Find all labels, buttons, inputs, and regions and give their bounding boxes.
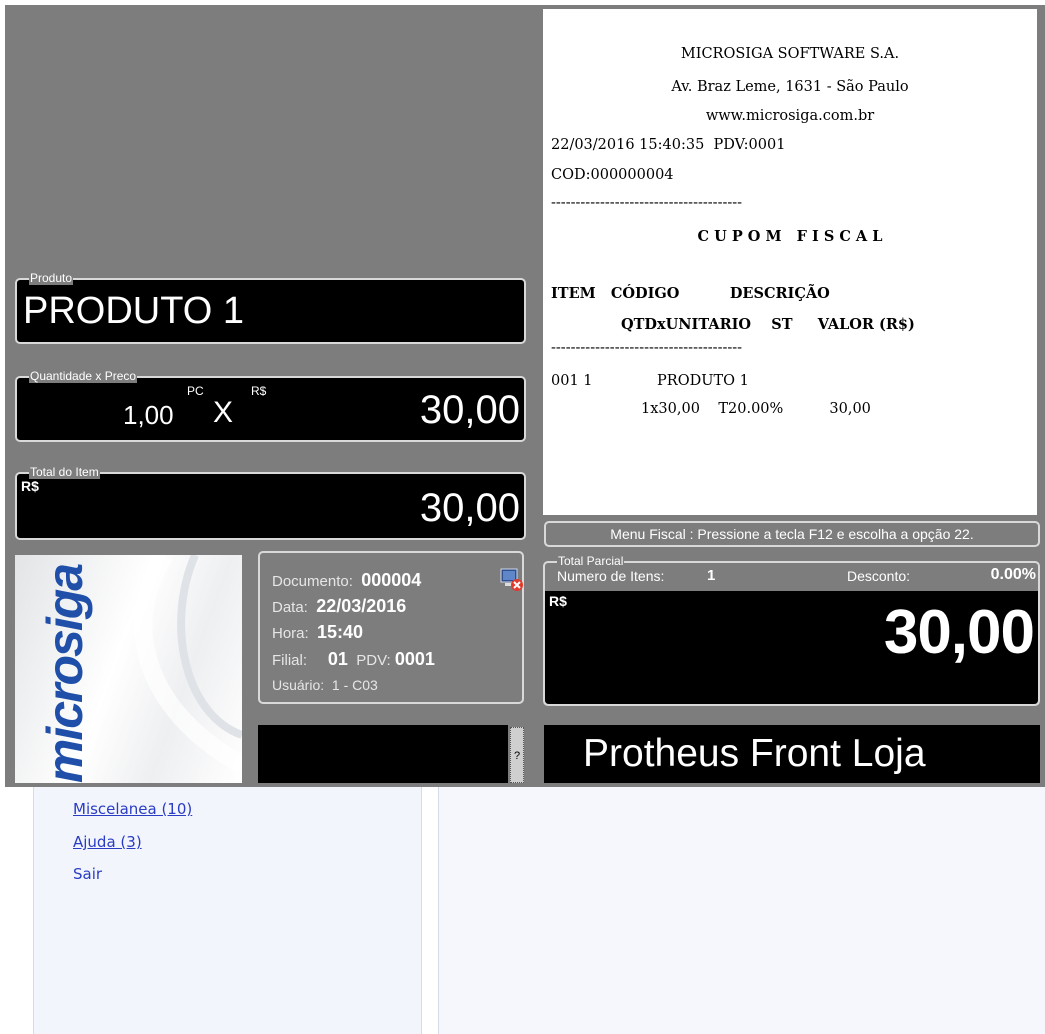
receipt-header-2: QTDxUNITARIO ST VALOR (R$) xyxy=(621,316,915,333)
app-title: Protheus Front Loja xyxy=(583,732,926,775)
logo-text: microsiga xyxy=(37,564,93,783)
receipt-separator: --------------------------------------- xyxy=(551,195,743,211)
itens-label: Numero de Itens: xyxy=(557,568,665,584)
total-item-value: 30,00 xyxy=(419,486,520,530)
content-panel xyxy=(438,787,1045,1034)
receipt-datetime: 22/03/2016 15:40:35 PDV:0001 xyxy=(551,137,786,153)
menu-item-sair[interactable]: Sair xyxy=(73,865,102,883)
quantidade-preco-panel: Quantidade x Preco 1,00 PC X R$ 30,00 xyxy=(15,369,526,442)
filial-value: 01 xyxy=(327,649,348,669)
desconto-value: 0.00% xyxy=(990,566,1036,583)
receipt-company: MICROSIGA SOFTWARE S.A. xyxy=(680,46,900,62)
price-value: 30,00 xyxy=(419,388,520,432)
fiscal-receipt: MICROSIGA SOFTWARE S.A. Av. Braz Leme, 1… xyxy=(543,9,1037,515)
receipt-address: Av. Braz Leme, 1631 - São Paulo xyxy=(671,79,909,95)
times-sign: X xyxy=(213,396,234,429)
hora-label: Hora: xyxy=(272,625,309,642)
menu-label: Ajuda (3) xyxy=(73,833,142,851)
total-parcial-value: 30,00 xyxy=(883,598,1035,667)
data-label: Data: xyxy=(272,599,308,616)
total-parcial-currency: R$ xyxy=(549,593,567,609)
desconto-label: Desconto: xyxy=(847,568,911,584)
pdv-value: 0001 xyxy=(394,649,435,669)
barcode-input-bar[interactable] xyxy=(258,725,508,783)
receipt-separator-2: --------------------------------------- xyxy=(551,340,743,356)
total-parcial-legend: Total Parcial xyxy=(557,554,625,568)
total-item-currency: R$ xyxy=(21,478,39,494)
receipt-cod: COD:000000004 xyxy=(551,167,674,183)
menu-panel: Miscelanea (10) Ajuda (3) Sair xyxy=(33,787,422,1034)
help-button[interactable]: ? xyxy=(510,727,524,783)
itens-value: 1 xyxy=(707,567,716,584)
menu-item-miscelanea[interactable]: Miscelanea (10) xyxy=(73,800,192,818)
app-title-bar: Protheus Front Loja xyxy=(544,725,1040,783)
doc-label: Documento: xyxy=(272,573,353,590)
quantidade-unit: PC xyxy=(187,384,204,398)
produto-panel: Produto PRODUTO 1 xyxy=(15,271,526,344)
receipt-header-1: ITEM CÓDIGO DESCRIÇÃO xyxy=(551,285,830,302)
document-info-panel: Documento: 000004 Data: 22/03/2016 Hora:… xyxy=(258,551,524,704)
menu-label: Miscelanea (10) xyxy=(73,800,193,818)
receipt-website: www.microsiga.com.br xyxy=(705,108,875,124)
hora-value: 15:40 xyxy=(317,622,364,642)
produto-value: PRODUTO 1 xyxy=(23,290,245,332)
data-value: 22/03/2016 xyxy=(316,596,407,616)
usuario-label: Usuário: xyxy=(272,677,325,693)
produto-legend: Produto xyxy=(29,271,74,285)
quantidade-legend: Quantidade x Preco xyxy=(29,369,138,383)
pdv-label: PDV: xyxy=(356,652,391,669)
receipt-item-line-1: 001 1 PRODUTO 1 xyxy=(551,373,749,389)
quantidade-value: 1,00 xyxy=(123,400,174,430)
total-item-panel: Total do Item R$ 30,00 xyxy=(15,465,526,540)
menu-label: Sair xyxy=(73,865,103,883)
fiscal-menu-hint: Menu Fiscal : Pressione a tecla F12 e es… xyxy=(544,521,1040,547)
filial-label: Filial: xyxy=(272,652,308,669)
total-parcial-panel: Total Parcial Numero de Itens: 1 Descont… xyxy=(543,554,1040,706)
total-item-legend: Total do Item xyxy=(29,465,100,479)
microsiga-logo: microsiga xyxy=(15,555,242,783)
doc-value: 000004 xyxy=(361,570,422,590)
menu-item-ajuda[interactable]: Ajuda (3) xyxy=(73,833,142,851)
receipt-title: C U P O M F I S C A L xyxy=(697,228,883,245)
usuario-value: 1 - C03 xyxy=(331,677,378,693)
price-currency: R$ xyxy=(251,384,267,398)
receipt-item-line-2: 1x30,00 T20.00% 30,00 xyxy=(641,401,871,417)
printer-offline-icon[interactable] xyxy=(500,568,524,592)
